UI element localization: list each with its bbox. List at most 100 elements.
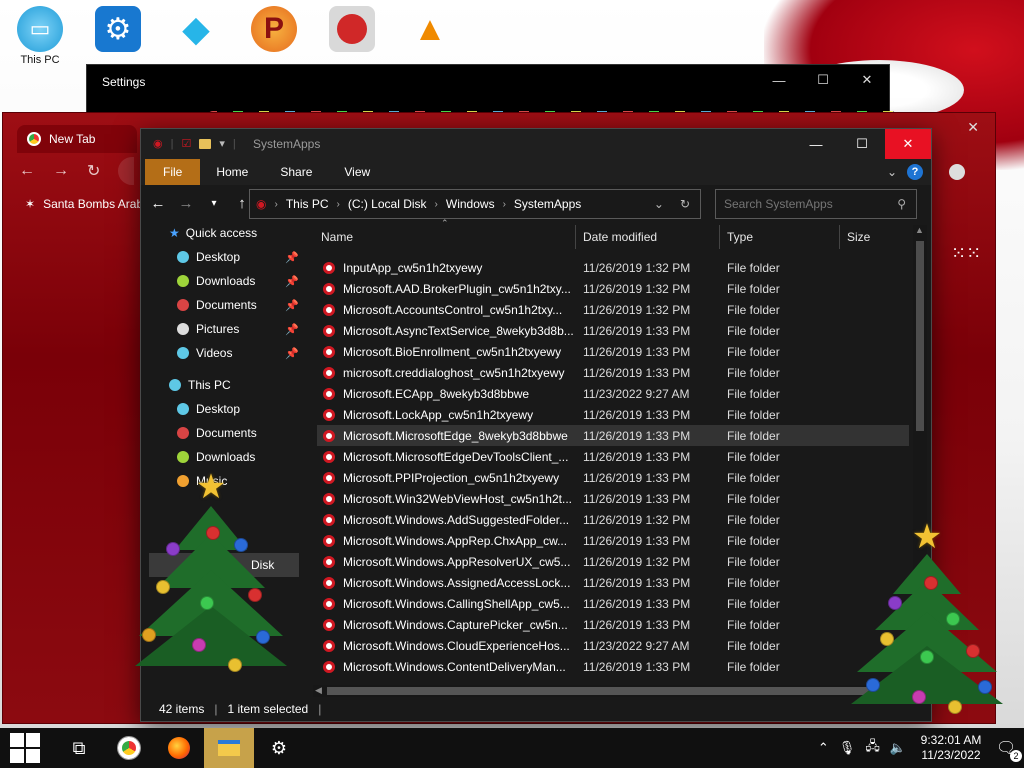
desktop-icon-diamond[interactable]: ◆ (166, 6, 226, 70)
column-type[interactable]: Type (727, 230, 753, 244)
taskbar-chrome[interactable] (104, 728, 154, 768)
help-icon[interactable]: ? (907, 164, 923, 180)
taskbar-settings[interactable]: ⚙ (254, 728, 304, 768)
task-view-button[interactable]: ⧉ (54, 728, 104, 768)
breadcrumb-local-disk[interactable]: (C:) Local Disk (348, 197, 427, 211)
qat-dropdown-icon[interactable]: ▾ (219, 137, 225, 150)
chrome-tab[interactable]: New Tab (17, 125, 137, 153)
address-bar[interactable]: ◉ › This PC › (C:) Local Disk › Windows … (249, 189, 701, 219)
pin-icon[interactable]: 📌 (285, 299, 299, 312)
desktop-icon-settings[interactable]: ⚙ (88, 6, 148, 70)
desktop-icon-vlc[interactable]: ▲ (400, 6, 460, 70)
file-row[interactable]: microsoft.creddialoghost_cw5n1h2txyewy 11… (317, 362, 909, 383)
file-row[interactable]: Microsoft.Windows.ContentDeliveryMan... 1… (317, 656, 909, 677)
scroll-up-icon[interactable]: ▲ (915, 225, 924, 235)
column-date-modified[interactable]: Date modified (583, 230, 657, 244)
file-row[interactable]: Microsoft.PPIProjection_cw5n1h2txyewy 11/… (317, 467, 909, 488)
file-row[interactable]: Microsoft.MicrosoftEdge_8wekyb3d8bbwe 11/… (317, 425, 909, 446)
column-name[interactable]: Name (321, 230, 353, 244)
nav-quick-downloads[interactable]: Downloads 📌 (177, 269, 299, 293)
file-row[interactable]: Microsoft.Windows.AssignedAccessLock... 1… (317, 572, 909, 593)
user-icon[interactable] (949, 164, 965, 180)
pin-icon[interactable]: 📌 (285, 251, 299, 264)
new-folder-icon[interactable] (199, 138, 212, 149)
network-icon[interactable]: 🖧 (865, 737, 880, 759)
scroll-thumb[interactable] (327, 687, 901, 695)
file-row[interactable]: Microsoft.AccountsControl_cw5n1h2txy... 1… (317, 299, 909, 320)
desktop-icon-game[interactable]: P (244, 6, 304, 70)
file-row[interactable]: Microsoft.Windows.CallingShellApp_cw5...… (317, 593, 909, 614)
desktop-icon-angry-birds[interactable] (322, 6, 382, 70)
forward-arrow-icon[interactable]: → (175, 195, 197, 212)
action-center-button[interactable]: 🗨 2 (996, 738, 1022, 762)
tab-home[interactable]: Home (200, 159, 264, 185)
search-icon[interactable]: ⚲ (897, 197, 906, 211)
tab-file[interactable]: File (145, 159, 201, 185)
file-row[interactable]: Microsoft.Windows.AddSuggestedFolder... 1… (317, 509, 909, 530)
close-button[interactable]: ✕ (885, 129, 931, 159)
pin-icon[interactable]: 📌 (285, 347, 299, 360)
minimize-button[interactable]: — (757, 65, 801, 95)
breadcrumb-this-pc[interactable]: This PC (286, 197, 329, 211)
file-row[interactable]: Microsoft.AsyncTextService_8wekyb3d8b...… (317, 320, 909, 341)
file-row[interactable]: Microsoft.LockApp_cw5n1h2txyewy 11/26/201… (317, 404, 909, 425)
file-row[interactable]: Microsoft.Windows.CloudExperienceHos... 1… (317, 635, 909, 656)
show-hidden-icons-icon[interactable]: ⌃ (818, 740, 829, 756)
expand-ribbon-icon[interactable]: ⌄ (887, 165, 897, 179)
nav-quick-documents[interactable]: Documents 📌 (177, 293, 299, 317)
start-button[interactable] (0, 728, 50, 768)
nav-quick-desktop[interactable]: Desktop 📌 (177, 245, 299, 269)
nav-quick-access[interactable]: ★ Quick access (169, 221, 257, 245)
file-row[interactable]: Microsoft.Win32WebViewHost_cw5n1h2t... 11… (317, 488, 909, 509)
clock[interactable]: 9:32:01 AM 11/23/2022 (916, 733, 986, 763)
nav-pc-documents[interactable]: Documents (177, 421, 257, 445)
back-arrow-icon[interactable]: ← (19, 162, 35, 180)
pin-icon[interactable]: 📌 (285, 275, 299, 288)
scroll-thumb[interactable] (916, 241, 924, 431)
tab-view[interactable]: View (328, 159, 386, 185)
file-row[interactable]: Microsoft.BioEnrollment_cw5n1h2txyewy 11/… (317, 341, 909, 362)
forward-arrow-icon[interactable]: → (53, 162, 69, 180)
search-box[interactable]: ⚲ (715, 189, 917, 219)
file-row[interactable]: Microsoft.AAD.BrokerPlugin_cw5n1h2txy...… (317, 278, 909, 299)
chrome-close-button[interactable]: ✕ (967, 119, 979, 136)
file-row[interactable]: Microsoft.Windows.AppResolverUX_cw5... 11… (317, 551, 909, 572)
file-row[interactable]: Microsoft.Windows.AppRep.ChxApp_cw... 11/… (317, 530, 909, 551)
file-row[interactable]: Microsoft.MicrosoftEdgeDevToolsClient_..… (317, 446, 909, 467)
address-dropdown-icon[interactable]: ⌄ (654, 197, 664, 211)
breadcrumb-windows[interactable]: Windows (446, 197, 495, 211)
pin-icon[interactable]: 📌 (285, 323, 299, 336)
close-button[interactable]: ✕ (845, 65, 889, 95)
refresh-icon[interactable]: ↻ (680, 197, 690, 211)
recent-locations-icon[interactable]: ▾ (203, 198, 225, 209)
file-row[interactable]: Microsoft.Windows.CapturePicker_cw5n... 1… (317, 614, 909, 635)
minimize-button[interactable]: — (793, 129, 839, 159)
desktop-icon-this-pc[interactable]: ▭ This PC (10, 6, 70, 70)
file-row[interactable]: Microsoft.ECApp_8wekyb3d8bbwe 11/23/2022 … (317, 383, 909, 404)
file-row[interactable]: InputApp_cw5n1h2txyewy 11/26/2019 1:32 PM… (317, 257, 909, 278)
properties-icon[interactable]: ☑ (181, 137, 191, 150)
apps-grid-icon[interactable]: ⁙⁙ (951, 243, 981, 264)
nav-this-pc[interactable]: This PC (169, 373, 231, 397)
breadcrumb-systemapps[interactable]: SystemApps (514, 197, 581, 211)
volume-icon[interactable]: 🔈 (890, 740, 906, 756)
taskbar-file-explorer[interactable] (204, 728, 254, 768)
nav-pc-desktop[interactable]: Desktop (177, 397, 240, 421)
chrome-omnibox[interactable] (118, 157, 135, 185)
back-arrow-icon[interactable]: ← (147, 195, 169, 212)
taskbar-firefox[interactable] (154, 728, 204, 768)
tab-share[interactable]: Share (264, 159, 328, 185)
nav-quick-videos[interactable]: Videos 📌 (177, 341, 299, 365)
microphone-icon[interactable]: 🎙 (839, 740, 856, 756)
column-size[interactable]: Size (847, 230, 870, 244)
maximize-button[interactable]: ☐ (839, 129, 885, 159)
christmas-tree-decoration: ★ (135, 470, 287, 672)
nav-quick-pictures[interactable]: Pictures 📌 (177, 317, 299, 341)
nav-pc-downloads[interactable]: Downloads (177, 445, 255, 469)
horizontal-scrollbar[interactable]: ◀ (313, 685, 913, 697)
scroll-left-icon[interactable]: ◀ (315, 685, 322, 696)
chrome-bookmark[interactable]: ✶ Santa Bombs Arab (25, 197, 143, 211)
search-input[interactable] (724, 197, 894, 211)
maximize-button[interactable]: ☐ (801, 65, 845, 95)
reload-icon[interactable]: ↻ (87, 161, 100, 181)
